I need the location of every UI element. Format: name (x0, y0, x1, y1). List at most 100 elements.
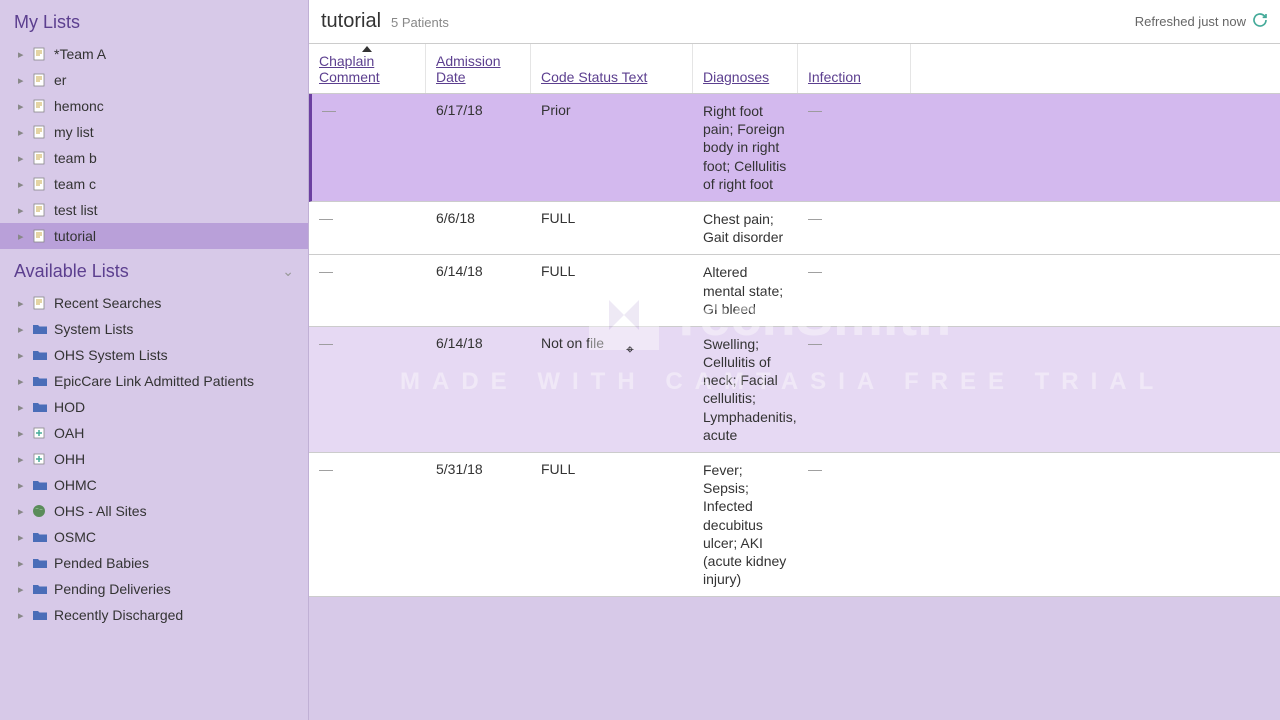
cell-admission: 6/14/18 (426, 255, 531, 326)
available-item-hod[interactable]: ▸ HOD (0, 394, 308, 420)
sidebar-item-label: Pending Deliveries (54, 581, 171, 597)
expand-icon: ▸ (18, 74, 28, 87)
expand-icon: ▸ (18, 531, 28, 544)
cell-admission: 5/31/18 (426, 453, 531, 596)
list-icon (32, 229, 48, 243)
sidebar: My Lists ▸*Team A▸er▸hemonc▸my list▸team… (0, 0, 309, 720)
available-lists-title: Available Lists ⌄ (0, 249, 308, 290)
sidebar-item-label: *Team A (54, 46, 106, 62)
expand-icon: ▸ (18, 230, 28, 243)
cell-chaplain: — (309, 453, 426, 596)
available-item-epiccare-link-admitted-patients[interactable]: ▸EpicCare Link Admitted Patients (0, 368, 308, 394)
col-diagnoses[interactable]: Diagnoses (693, 44, 798, 93)
list-title: tutorial (321, 10, 381, 33)
sidebar-item-label: test list (54, 202, 98, 218)
cell-diagnoses: Swelling; Cellulitis of neck; Facial cel… (693, 327, 798, 452)
cell-code-status: Not on file (531, 327, 693, 452)
sidebar-item-er[interactable]: ▸er (0, 67, 308, 93)
expand-icon: ▸ (18, 479, 28, 492)
list-icon (32, 203, 48, 217)
folder-icon (32, 478, 48, 492)
expand-icon: ▸ (18, 48, 28, 61)
expand-icon: ▸ (18, 609, 28, 622)
sidebar-item-label: OHS System Lists (54, 347, 168, 363)
col-admission-date[interactable]: Admission Date (426, 44, 531, 93)
table-row[interactable]: —5/31/18FULLFever; Sepsis; Infected decu… (309, 453, 1280, 597)
col-code-status[interactable]: Code Status Text (531, 44, 693, 93)
list-icon (32, 99, 48, 113)
list-header: tutorial 5 Patients Refreshed just now (309, 0, 1280, 44)
sidebar-item-label: OAH (54, 425, 84, 441)
cell-chaplain: — (309, 202, 426, 254)
cell-code-status: FULL (531, 453, 693, 596)
sidebar-item-label: HOD (54, 399, 85, 415)
plus-icon (32, 452, 48, 466)
cell-admission: 6/17/18 (426, 94, 531, 201)
sidebar-item-label: team c (54, 176, 96, 192)
available-item-pending-deliveries[interactable]: ▸ Pending Deliveries (0, 576, 308, 602)
table-row[interactable]: —6/14/18Not on fileSwelling; Cellulitis … (309, 327, 1280, 453)
expand-icon: ▸ (18, 557, 28, 570)
sidebar-item-label: OSMC (54, 529, 96, 545)
sidebar-item-tutorial[interactable]: ▸tutorial (0, 223, 308, 249)
plus-icon (32, 426, 48, 440)
available-item-ohmc[interactable]: ▸OHMC (0, 472, 308, 498)
sidebar-item-team-c[interactable]: ▸team c (0, 171, 308, 197)
sidebar-item-label: my list (54, 124, 94, 140)
cell-diagnoses: Fever; Sepsis; Infected decubitus ulcer;… (693, 453, 798, 596)
refresh-icon[interactable] (1252, 12, 1268, 31)
available-item-ohs-system-lists[interactable]: ▸OHS System Lists (0, 342, 308, 368)
expand-icon: ▸ (18, 204, 28, 217)
expand-icon: ▸ (18, 323, 28, 336)
table-row[interactable]: —6/17/18PriorRight foot pain; Foreign bo… (309, 94, 1280, 202)
available-item-system-lists[interactable]: ▸System Lists (0, 316, 308, 342)
cell-diagnoses: Right foot pain; Foreign body in right f… (693, 94, 798, 201)
list-icon (32, 73, 48, 87)
cell-infection: — (798, 255, 911, 326)
cell-code-status: FULL (531, 255, 693, 326)
sidebar-item-my-list[interactable]: ▸ my list (0, 119, 308, 145)
cell-chaplain: — (309, 327, 426, 452)
col-chaplain-comment[interactable]: Chaplain Comment (309, 44, 426, 93)
expand-icon: ▸ (18, 126, 28, 139)
table-row[interactable]: —6/14/18FULLAltered mental state; GI ble… (309, 255, 1280, 327)
col-infection[interactable]: Infection (798, 44, 911, 93)
collapse-icon[interactable]: ⌄ (282, 263, 294, 280)
expand-icon: ▸ (18, 505, 28, 518)
folder-icon (32, 582, 48, 596)
cell-infection: — (798, 94, 911, 201)
available-item-recent-searches[interactable]: ▸Recent Searches (0, 290, 308, 316)
list-icon (32, 125, 48, 139)
folder-icon (32, 374, 48, 388)
expand-icon: ▸ (18, 401, 28, 414)
cell-code-status: FULL (531, 202, 693, 254)
expand-icon: ▸ (18, 583, 28, 596)
expand-icon: ▸ (18, 375, 28, 388)
sidebar-item-label: Recent Searches (54, 295, 161, 311)
list-icon (32, 47, 48, 61)
available-item-osmc[interactable]: ▸ OSMC (0, 524, 308, 550)
sidebar-item-label: hemonc (54, 98, 104, 114)
globe-icon (32, 504, 48, 518)
sidebar-item-team-b[interactable]: ▸team b (0, 145, 308, 171)
cell-infection: — (798, 453, 911, 596)
available-item-oah[interactable]: ▸ OAH (0, 420, 308, 446)
available-item-pended-babies[interactable]: ▸Pended Babies (0, 550, 308, 576)
available-item-ohs---all-sites[interactable]: ▸ OHS - All Sites (0, 498, 308, 524)
patient-count: 5 Patients (391, 15, 449, 30)
sidebar-item-test-list[interactable]: ▸ test list (0, 197, 308, 223)
sidebar-item--team-a[interactable]: ▸ *Team A (0, 41, 308, 67)
expand-icon: ▸ (18, 427, 28, 440)
available-item-recently-discharged[interactable]: ▸Recently Discharged (0, 602, 308, 628)
folder-icon (32, 556, 48, 570)
expand-icon: ▸ (18, 152, 28, 165)
patient-table: Chaplain Comment Admission Date Code Sta… (309, 44, 1280, 597)
cell-infection: — (798, 202, 911, 254)
sidebar-item-hemonc[interactable]: ▸ hemonc (0, 93, 308, 119)
available-item-ohh[interactable]: ▸OHH (0, 446, 308, 472)
cell-chaplain: — (309, 255, 426, 326)
sidebar-item-label: OHS - All Sites (54, 503, 147, 519)
table-row[interactable]: —6/6/18FULLChest pain; Gait disorder— (309, 202, 1280, 255)
folder-icon (32, 608, 48, 622)
expand-icon: ▸ (18, 100, 28, 113)
